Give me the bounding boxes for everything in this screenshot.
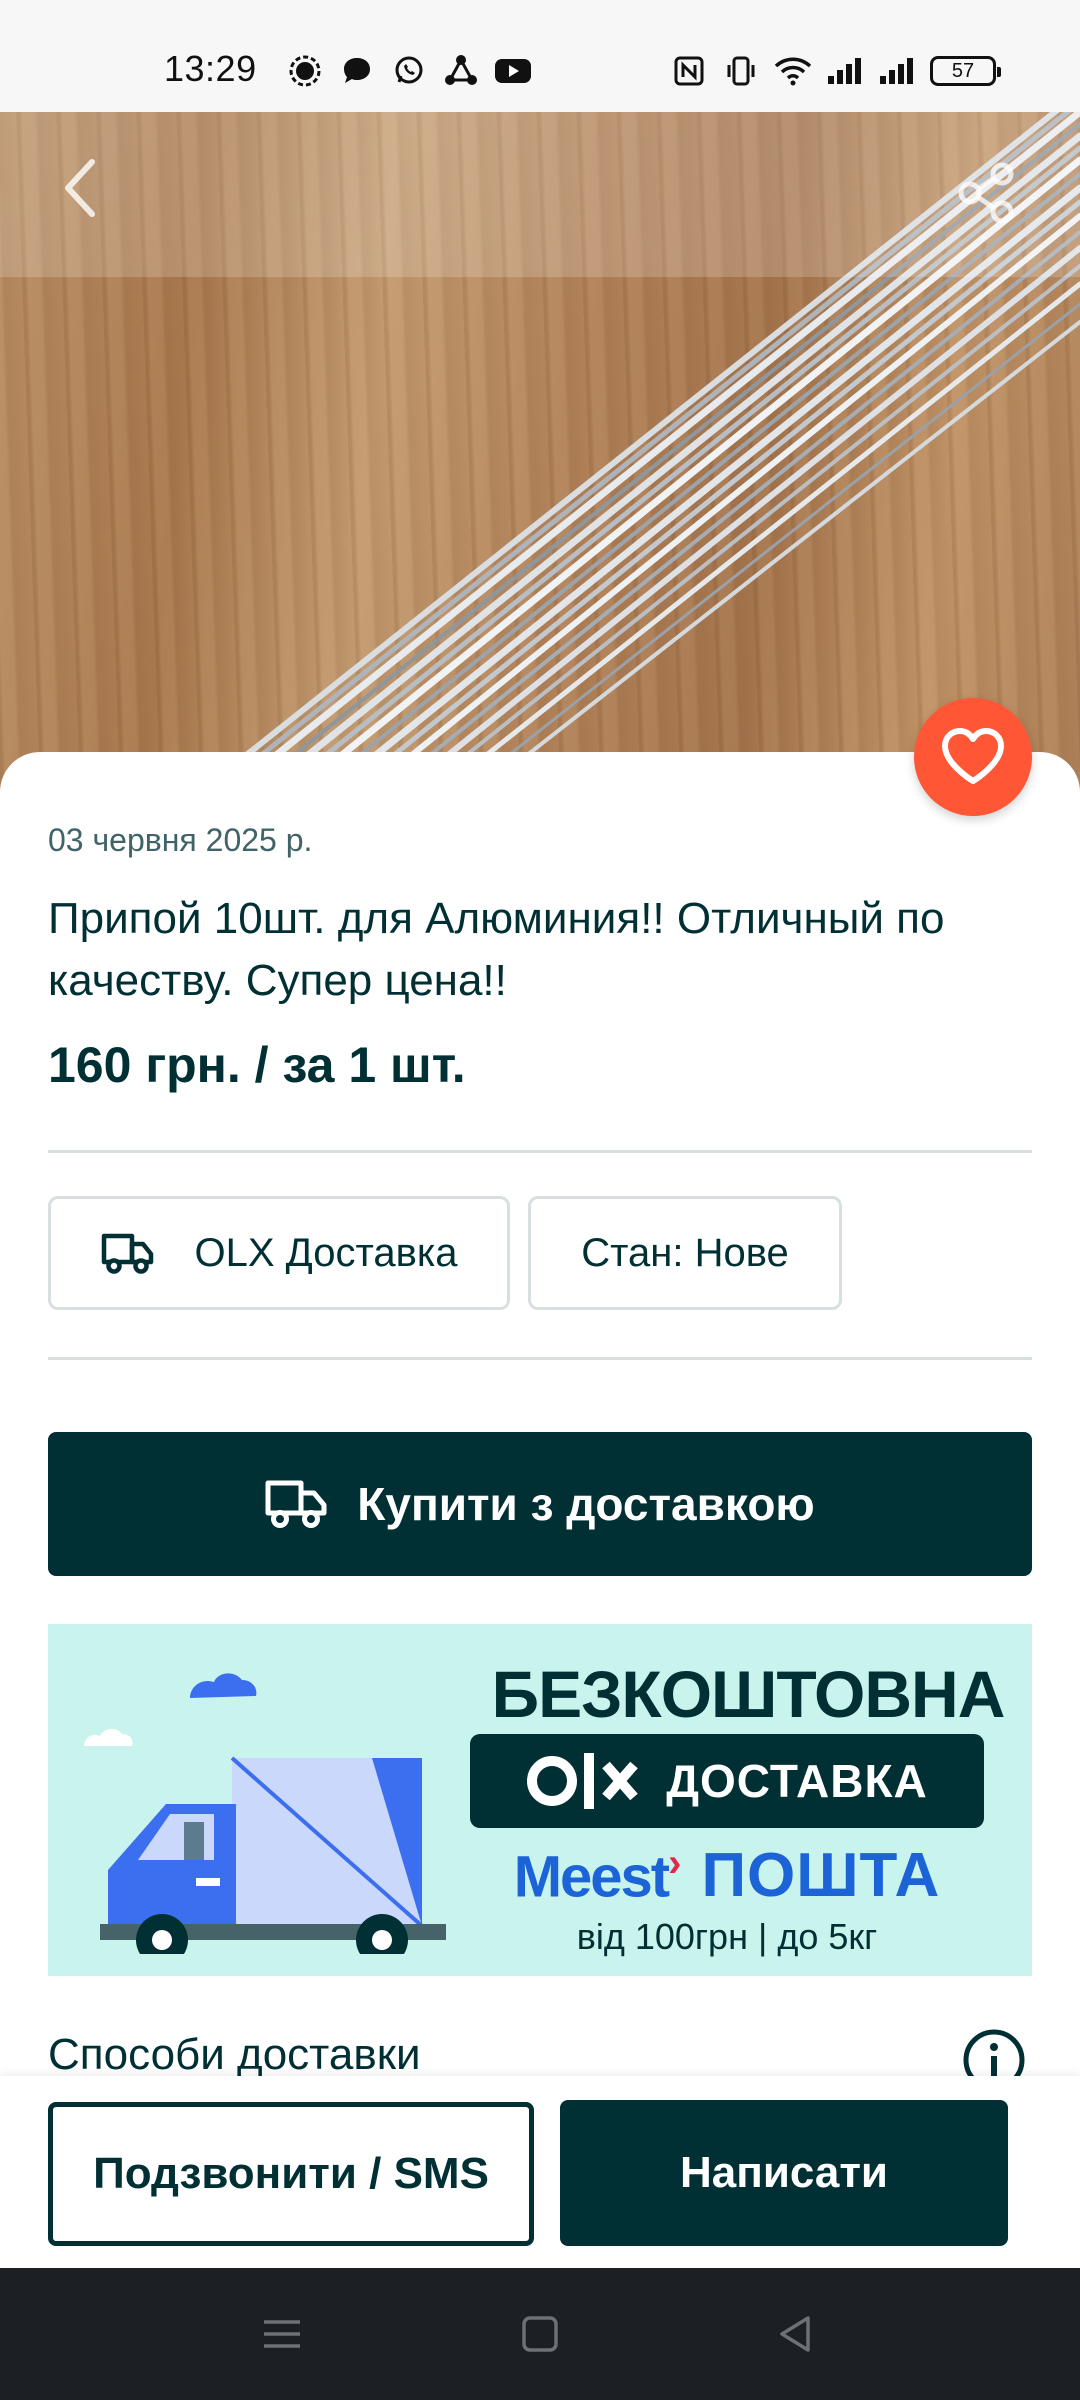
delivery-truck-illustration — [84, 1673, 446, 1954]
listing-price: 160 грн. / за 1 шт. — [48, 1037, 466, 1093]
banner-conditions: від 100грн | до 5кг — [576, 1916, 878, 1957]
listing-title: Припой 10шт. для Алюминия!! Отличный по … — [48, 894, 945, 1005]
divider — [48, 1357, 1032, 1360]
condition-chip[interactable]: Стан: Нове — [528, 1196, 842, 1310]
delivery-truck-icon — [101, 1230, 155, 1276]
banner-headline: БЕЗКОШТОВНА — [491, 1657, 1006, 1731]
contact-action-bar: Подзвонити / SMS Написати — [0, 2076, 1080, 2268]
meest-label: Meest› — [513, 1840, 682, 1910]
divider — [48, 1150, 1032, 1153]
nfc-icon — [670, 52, 708, 90]
vibrate-icon — [722, 52, 760, 90]
heart-icon — [942, 728, 1004, 784]
status-time: 13:29 — [164, 48, 257, 89]
listing-photo[interactable] — [0, 112, 1080, 792]
olx-delivery-chip[interactable]: OLX Доставка — [48, 1196, 510, 1310]
system-nav-bar — [0, 2268, 1080, 2400]
listing-date: 03 червня 2025 р. — [48, 822, 313, 858]
system-icons: 57 — [670, 52, 1001, 90]
buy-with-delivery-button[interactable]: Купити з доставкою — [48, 1432, 1032, 1576]
back-icon[interactable] — [772, 2310, 820, 2358]
favorite-button[interactable] — [914, 698, 1032, 816]
wifi-icon — [774, 52, 812, 90]
delivery-methods-heading: Способи доставки — [48, 2030, 421, 2079]
condition-chip-label: Стан: Нове — [581, 1230, 789, 1275]
share-network-icon — [442, 52, 480, 90]
call-sms-button[interactable]: Подзвонити / SMS — [48, 2102, 534, 2246]
write-message-button[interactable]: Написати — [560, 2100, 1008, 2246]
notification-icons — [286, 52, 532, 90]
olx-logo-icon — [526, 1749, 644, 1813]
back-arrow-icon[interactable] — [52, 152, 112, 224]
share-icon[interactable] — [954, 160, 1020, 226]
cell-signal-icon — [826, 52, 864, 90]
delivery-truck-icon — [265, 1477, 327, 1531]
menu-icon[interactable] — [258, 2310, 306, 2358]
buy-with-delivery-label: Купити з доставкою — [357, 1478, 815, 1530]
banner-delivery-text: ДОСТАВКА — [666, 1755, 928, 1807]
meest-poshta-logo: Meest› ПОШТА — [470, 1840, 984, 1911]
status-bar: 13:29 57 — [0, 0, 1080, 112]
photo-top-overlay — [0, 112, 1080, 277]
poshta-label: ПОШТА — [701, 1841, 941, 1910]
home-icon[interactable] — [516, 2310, 564, 2358]
battery-icon: 57 — [930, 56, 1001, 86]
olx-delivery-badge: ДОСТАВКА — [470, 1734, 984, 1828]
signal-app-icon — [286, 52, 324, 90]
whatsapp-icon — [390, 52, 428, 90]
youtube-icon — [494, 52, 532, 90]
olx-delivery-chip-label: OLX Доставка — [194, 1230, 458, 1275]
chat-bubble-icon — [338, 52, 376, 90]
cell-signal-icon — [878, 52, 916, 90]
free-delivery-banner[interactable]: БЕЗКОШТОВНА ДОСТАВКА Meest› ПОШТА від 10… — [48, 1624, 1032, 1976]
